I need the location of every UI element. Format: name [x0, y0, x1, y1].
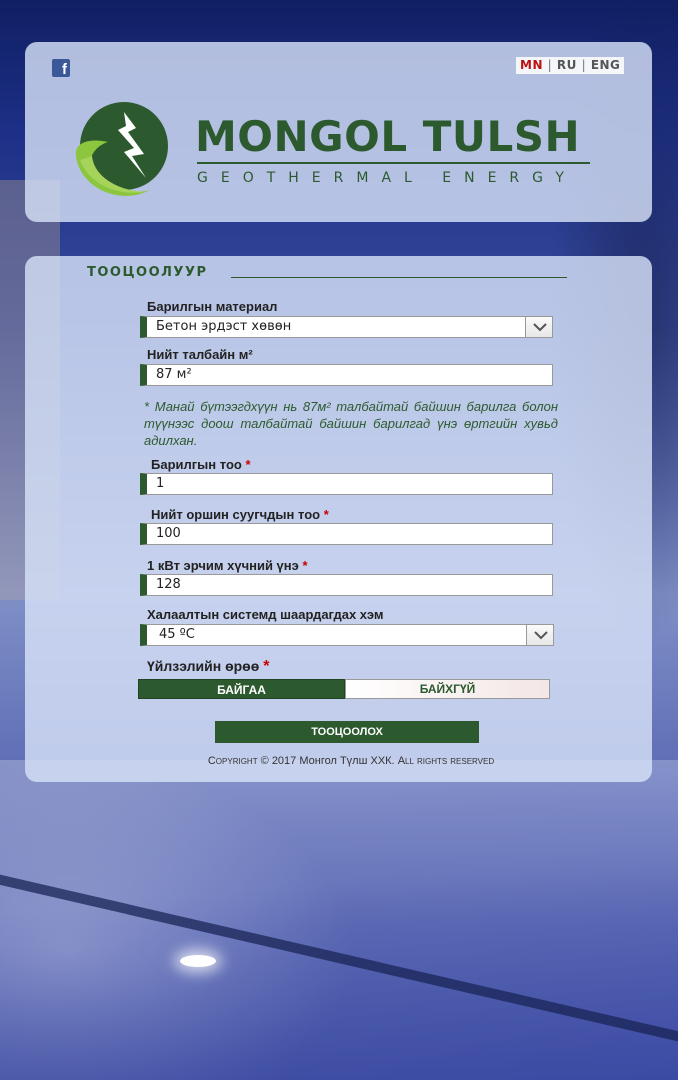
- brand-name: MONGOL TULSH: [195, 112, 581, 161]
- required-marker: *: [245, 457, 251, 472]
- area-value: 87 м²: [156, 367, 192, 382]
- required-marker: *: [302, 558, 308, 573]
- kwh-price-value: 128: [156, 577, 181, 592]
- lang-mn[interactable]: MN: [520, 58, 543, 72]
- residents-label: Нийт оршин суугчдын тоо *: [151, 507, 329, 522]
- background-ground-light: [180, 955, 216, 967]
- building-count-label-text: Барилгын тоо: [151, 457, 242, 472]
- building-count-value: 1: [156, 476, 165, 491]
- required-marker: *: [263, 658, 270, 675]
- title-divider: [231, 277, 567, 278]
- copyright: Copyright © 2017 Монгол Түлш ХХК. All ri…: [25, 755, 677, 767]
- ventilation-label-text: Үйлзэлийн өрөө: [147, 658, 260, 674]
- residents-label-text: Нийт оршин суугчдын тоо: [151, 507, 321, 522]
- lang-separator: |: [581, 58, 587, 72]
- leaf-lightning-logo-icon: [75, 102, 168, 196]
- heating-value: 45 ºC: [159, 627, 195, 642]
- rights-text: All rights reserved: [397, 755, 495, 767]
- heating-select[interactable]: 45 ºC: [140, 624, 554, 646]
- lang-eng[interactable]: ENG: [591, 58, 621, 72]
- ventilation-yes-button[interactable]: БАЙГАА: [138, 679, 345, 699]
- language-switcher: MN | RU | ENG: [516, 57, 625, 74]
- material-select[interactable]: Бетон эрдэст хөвөн: [140, 316, 553, 338]
- material-value: Бетон эрдэст хөвөн: [156, 319, 292, 334]
- area-label: Нийт талбайн м²: [147, 347, 253, 362]
- required-marker: *: [323, 507, 329, 522]
- lang-ru[interactable]: RU: [557, 58, 577, 72]
- background-snow: [0, 760, 678, 1080]
- kwh-price-label-text: 1 кВт эрчим хүчний үнэ: [147, 558, 299, 573]
- kwh-price-label: 1 кВт эрчим хүчний үнэ *: [147, 558, 308, 573]
- lang-separator: |: [547, 58, 553, 72]
- chevron-down-icon[interactable]: [525, 316, 553, 338]
- ventilation-no-button[interactable]: БАЙХГҮЙ: [345, 679, 550, 699]
- kwh-price-input[interactable]: 128: [140, 574, 553, 596]
- chevron-down-icon[interactable]: [526, 624, 554, 646]
- company-name: Монгол Түлш ХХК.: [299, 755, 395, 767]
- residents-input[interactable]: 100: [140, 523, 553, 545]
- building-count-input[interactable]: 1: [140, 473, 553, 495]
- facebook-icon[interactable]: f: [52, 59, 70, 78]
- residents-value: 100: [156, 526, 181, 541]
- area-input[interactable]: 87 м²: [140, 364, 553, 386]
- heating-label: Халаалтын системд шаардагдах хэм: [147, 607, 384, 622]
- brand-tagline: GEOTHERMAL ENERGY: [197, 170, 577, 186]
- header-panel: f MN | RU | ENG MONGOL TULSH GEOTHERMAL …: [25, 42, 652, 222]
- calculate-button[interactable]: ТООЦООЛОХ: [215, 721, 479, 743]
- material-label: Барилгын материал: [147, 299, 278, 314]
- area-note: * Манай бүтээгдхүүн нь 87м² талбайтай ба…: [144, 399, 558, 448]
- calculator-panel: ТООЦООЛУУР Барилгын материал Бетон эрдэс…: [25, 256, 652, 782]
- ventilation-label: Үйлзэлийн өрөө *: [147, 658, 269, 676]
- building-count-label: Барилгын тоо *: [151, 457, 251, 472]
- brand-divider: [197, 162, 590, 164]
- copyright-prefix: Copyright: [207, 755, 258, 767]
- copyright-year: © 2017: [260, 755, 297, 767]
- calculator-title: ТООЦООЛУУР: [87, 265, 208, 280]
